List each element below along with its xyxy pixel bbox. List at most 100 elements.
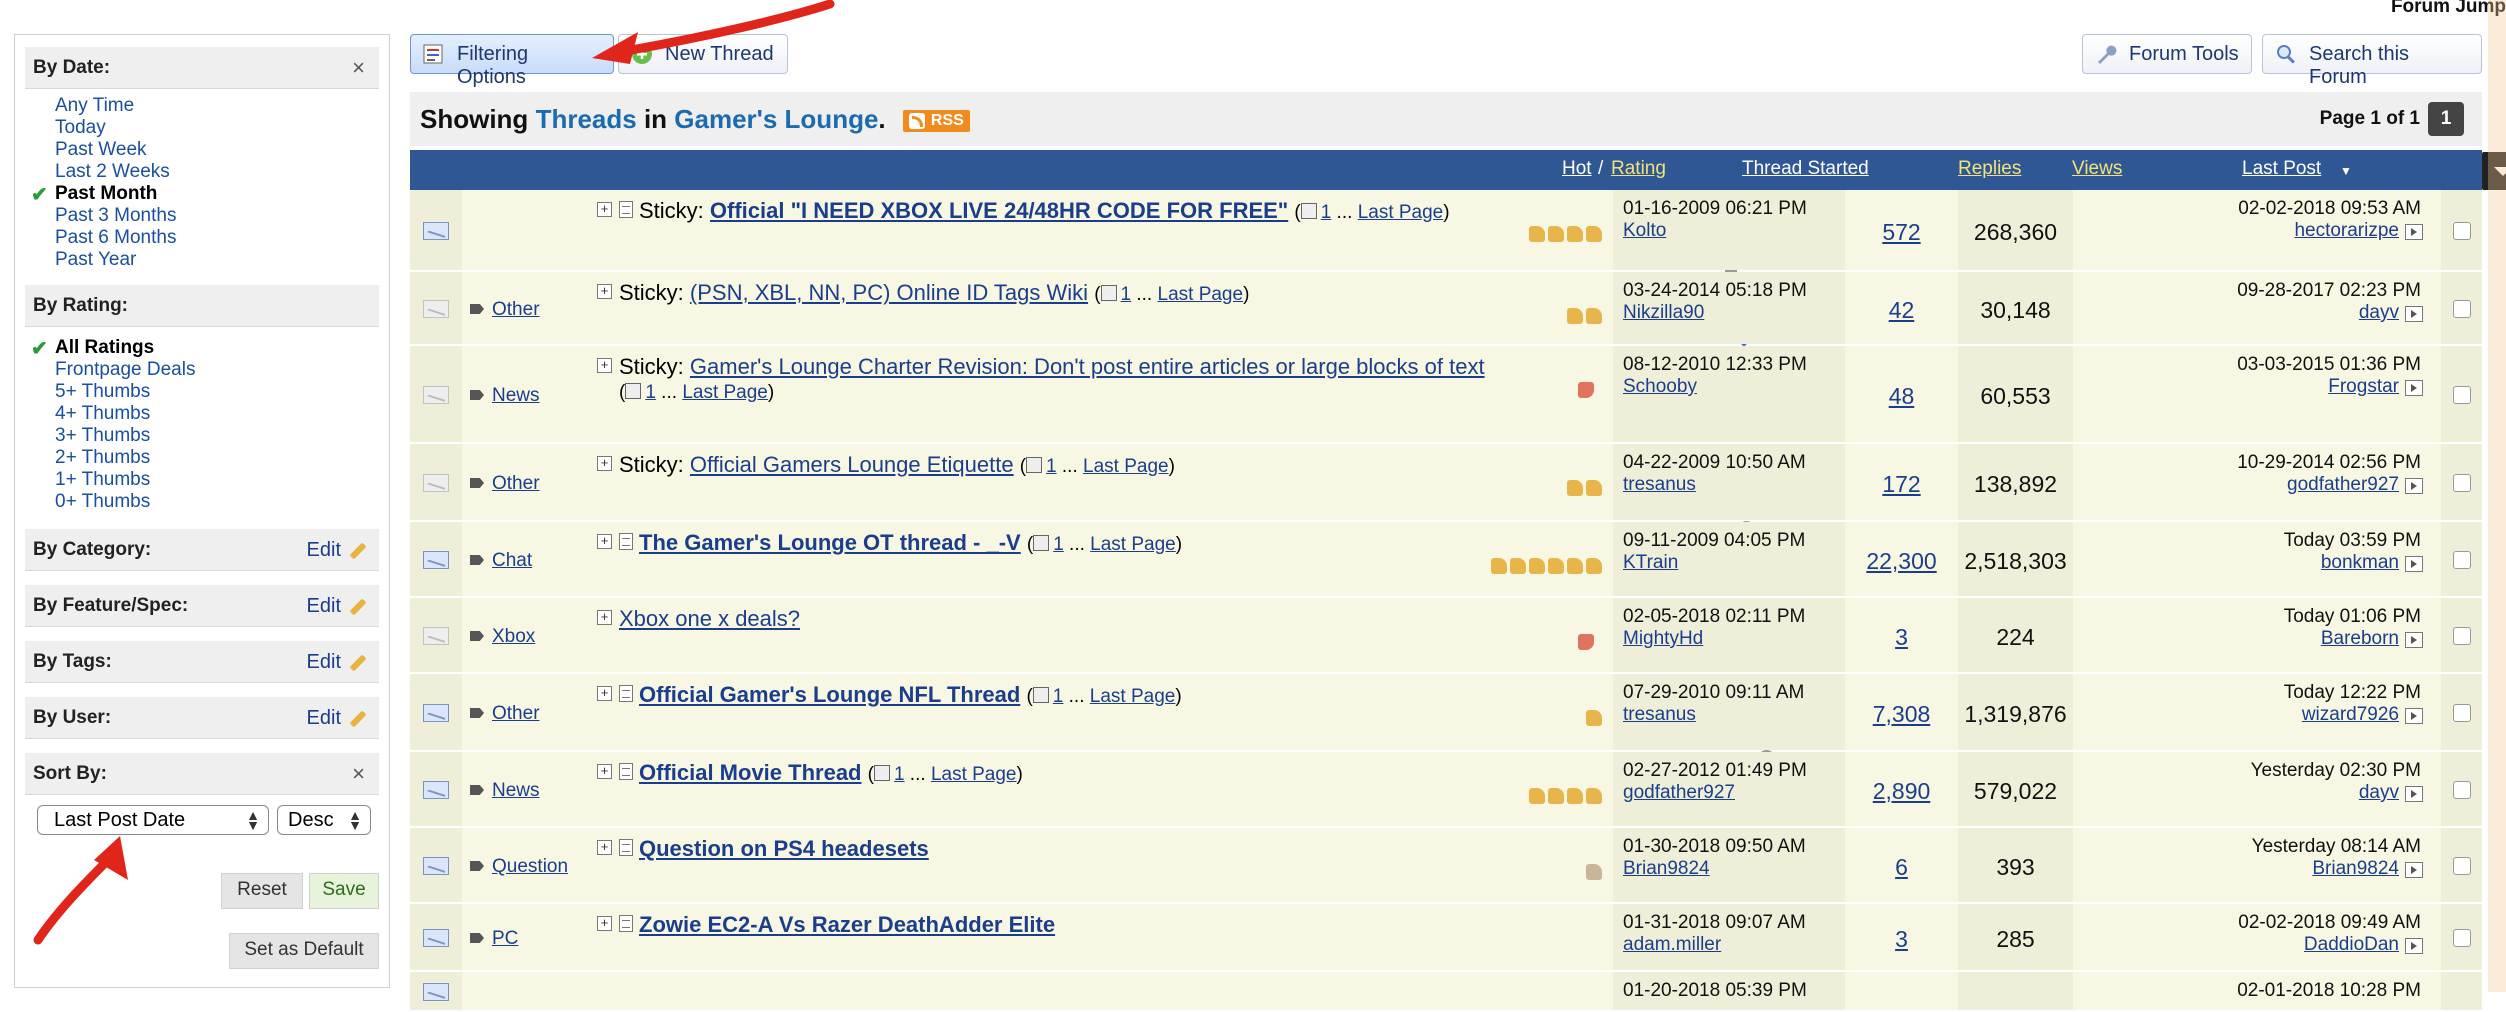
table-row[interactable]: PC + Zowie EC2-A Vs Razer DeathAdder Elite… <box>410 904 2482 972</box>
go-to-last-post-icon[interactable] <box>2405 862 2423 878</box>
forum-link[interactable]: Gamer's Lounge <box>674 104 878 134</box>
replies-count-link[interactable]: 42 <box>1845 297 1958 324</box>
expand-icon[interactable]: + <box>597 456 612 471</box>
thread-prefix-link[interactable]: Other <box>470 473 540 495</box>
table-row[interactable]: News + Sticky: Gamer's Lounge Charter Revi… <box>410 346 2482 444</box>
table-row[interactable]: Chat + The Gamer's Lounge OT thread - _-V … <box>410 522 2482 615</box>
page-one-link[interactable]: 1 <box>645 382 656 403</box>
views-sort-link[interactable]: Views <box>2072 158 2122 180</box>
last-page-link[interactable]: Last Page <box>1083 456 1169 477</box>
last-poster-link[interactable]: Bareborn <box>2321 628 2399 650</box>
by_rating-option[interactable]: Frontpage Deals <box>55 359 195 381</box>
thread-prefix-link[interactable]: Other <box>470 703 540 725</box>
last-poster-link[interactable]: bonkman <box>2321 552 2399 574</box>
replies-count-link[interactable]: 6 <box>1845 854 1958 881</box>
replies-count-link[interactable]: 172 <box>1845 471 1958 498</box>
by-user-edit-button[interactable]: Edit <box>307 707 367 730</box>
thread-starter-link[interactable]: MightyHd <box>1623 628 1703 650</box>
expand-icon[interactable]: + <box>597 284 612 299</box>
page-one-link[interactable]: 1 <box>1053 534 1064 555</box>
table-row[interactable]: 01-20-2018 05:39 PM 02-01-2018 10:28 PM <box>410 972 2482 1012</box>
by-category-edit-button[interactable]: Edit <box>307 539 367 562</box>
by_rating-option[interactable]: 3+ Thumbs <box>55 425 150 447</box>
page-one-link[interactable]: 1 <box>1046 456 1057 477</box>
thread-select-checkbox[interactable] <box>2453 781 2471 799</box>
by_rating-option[interactable]: 4+ Thumbs <box>55 403 150 425</box>
replies-count-link[interactable]: 22,300 <box>1845 548 1958 575</box>
thread-prefix-link[interactable]: News <box>470 780 540 802</box>
thread-starter-link[interactable]: Schooby <box>1623 376 1697 398</box>
page-one-link[interactable]: 1 <box>894 764 905 785</box>
thread-title-link[interactable]: The Gamer's Lounge OT thread - _-V <box>639 530 1021 555</box>
last-post-sort-link[interactable]: Last Post <box>2242 158 2321 180</box>
thread-title-link[interactable]: Gamer's Lounge Charter Revision: Don't p… <box>690 354 1485 379</box>
table-row[interactable]: Question + Question on PS4 headesets 01-30-… <box>410 828 2482 904</box>
rating-sort-link[interactable]: Rating <box>1611 158 1666 180</box>
expand-icon[interactable]: + <box>597 358 612 373</box>
last-poster-link[interactable]: godfather927 <box>2287 474 2399 496</box>
go-to-last-post-icon[interactable] <box>2405 632 2423 648</box>
last-page-link[interactable]: Last Page <box>1158 284 1244 305</box>
expand-icon[interactable]: + <box>597 764 612 779</box>
replies-count-link[interactable]: 572 <box>1845 219 1958 246</box>
set-as-default-button[interactable]: Set as Default <box>229 933 379 969</box>
page-one-link[interactable]: 1 <box>1321 202 1332 223</box>
thread-starter-link[interactable]: Brian9824 <box>1623 858 1710 880</box>
last-poster-link[interactable]: Frogstar <box>2328 376 2399 398</box>
thread-prefix-link[interactable]: News <box>470 385 540 407</box>
expand-icon[interactable]: + <box>597 534 612 549</box>
save-button[interactable]: Save <box>309 873 379 909</box>
thread-title-link[interactable]: Official Gamers Lounge Etiquette <box>690 452 1014 477</box>
table-row[interactable]: + Sticky: Official "I NEED XBOX LIVE 24/4… <box>410 190 2482 325</box>
thread-title-link[interactable]: Official "I NEED XBOX LIVE 24/48HR CODE … <box>710 198 1288 223</box>
thread-prefix-link[interactable]: Question <box>470 856 568 878</box>
reset-button[interactable]: Reset <box>221 873 303 909</box>
replies-count-link[interactable]: 7,308 <box>1845 701 1958 728</box>
thread-select-checkbox[interactable] <box>2453 857 2471 875</box>
table-row[interactable]: Other + Sticky: (PSN, XBL, NN, PC) Online … <box>410 272 2482 366</box>
thread-prefix-link[interactable]: Chat <box>470 550 532 572</box>
thread-starter-link[interactable]: KTrain <box>1623 552 1678 574</box>
go-to-last-post-icon[interactable] <box>2405 478 2423 494</box>
by-feature-edit-button[interactable]: Edit <box>307 595 367 618</box>
by_date-option[interactable]: Past 3 Months <box>55 205 176 227</box>
thread-starter-link[interactable]: Nikzilla90 <box>1623 302 1704 324</box>
last-page-link[interactable]: Last Page <box>1090 686 1176 707</box>
by_date-option[interactable]: Any Time <box>55 95 134 117</box>
go-to-last-post-icon[interactable] <box>2405 938 2423 954</box>
table-row[interactable]: Other + Sticky: Official Gamers Lounge Eti… <box>410 444 2482 538</box>
thread-select-checkbox[interactable] <box>2453 222 2471 240</box>
thread-starter-link[interactable]: adam.miller <box>1623 934 1721 956</box>
thread-title-link[interactable]: Xbox one x deals? <box>619 606 800 631</box>
by_rating-option[interactable]: 0+ Thumbs <box>55 491 150 513</box>
table-row[interactable]: Xbox + Xbox one x deals? 02-05-2018 02:11 P… <box>410 598 2482 674</box>
go-to-last-post-icon[interactable] <box>2405 306 2423 322</box>
thread-prefix-link[interactable]: Other <box>470 299 540 321</box>
replies-count-link[interactable]: 3 <box>1845 624 1958 651</box>
thread-title-link[interactable]: Question on PS4 headesets <box>639 836 929 861</box>
by_rating-option[interactable]: 5+ Thumbs <box>55 381 150 403</box>
thread-starter-link[interactable]: Kolto <box>1623 220 1666 242</box>
by_rating-option[interactable]: All Ratings <box>55 337 154 359</box>
last-poster-link[interactable]: DaddioDan <box>2304 934 2399 956</box>
threads-link[interactable]: Threads <box>536 104 637 134</box>
last-poster-link[interactable]: dayv <box>2359 302 2399 324</box>
thread-started-sort-link[interactable]: Thread Started <box>1742 158 1869 180</box>
forum-tools-button[interactable]: Forum Tools <box>2082 34 2252 74</box>
thread-select-checkbox[interactable] <box>2453 551 2471 569</box>
go-to-last-post-icon[interactable] <box>2405 708 2423 724</box>
thread-select-checkbox[interactable] <box>2453 386 2471 404</box>
by_date-option[interactable]: Past Year <box>55 249 136 271</box>
replies-count-link[interactable]: 2,890 <box>1845 778 1958 805</box>
by-tags-edit-button[interactable]: Edit <box>307 651 367 674</box>
last-page-link[interactable]: Last Page <box>682 382 768 403</box>
thread-starter-link[interactable]: tresanus <box>1623 704 1696 726</box>
table-row[interactable]: Other + Official Gamer's Lounge NFL Thread… <box>410 674 2482 767</box>
by_date-option[interactable]: Today <box>55 117 106 139</box>
thread-title-link[interactable]: Official Gamer's Lounge NFL Thread <box>639 682 1020 707</box>
by_date-option[interactable]: Past Week <box>55 139 147 161</box>
replies-sort-link[interactable]: Replies <box>1958 158 2021 180</box>
last-poster-link[interactable]: Brian9824 <box>2312 858 2399 880</box>
last-page-link[interactable]: Last Page <box>931 764 1017 785</box>
by_date-option[interactable]: Past 6 Months <box>55 227 176 249</box>
